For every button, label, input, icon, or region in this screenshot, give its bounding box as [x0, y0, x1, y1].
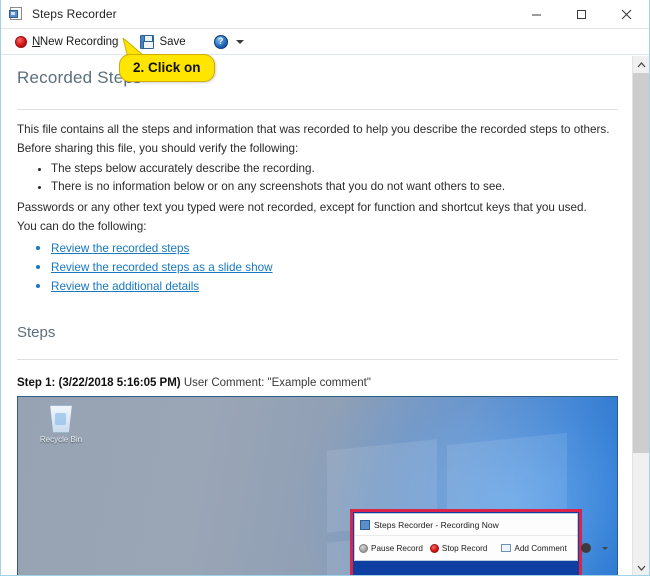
step-1-line: Step 1: (3/22/2018 5:16:05 PM) User Comm… — [17, 377, 618, 389]
save-label: Save — [159, 35, 186, 48]
step-1-comment: User Comment: "Example comment" — [183, 377, 371, 389]
list-item: There is no information below or on any … — [51, 178, 618, 196]
list-item: Review the recorded steps — [51, 239, 618, 258]
pause-record-label: Pause Record — [371, 543, 423, 553]
new-recording-label: New Recording — [39, 35, 119, 48]
passwords-note: Passwords or any other text you typed we… — [17, 201, 587, 214]
verify-bullet-list: The steps below accurately describe the … — [51, 160, 618, 196]
page-title: Recorded Steps — [17, 68, 142, 87]
comment-icon — [501, 544, 512, 552]
intro-line-2: Before sharing this file, you should ver… — [17, 142, 299, 155]
recycle-bin-label: Recycle Bin — [39, 435, 83, 444]
recorded-inner-window: Steps Recorder - Recording Now Pause Rec… — [350, 509, 608, 575]
step-1-screenshot[interactable]: Recycle Bin Steps Recorder - Recording N… — [17, 396, 618, 575]
inner-window-chrome: Steps Recorder - Recording Now Pause Rec… — [354, 513, 608, 561]
recycle-bin-icon[interactable]: Recycle Bin — [32, 405, 90, 444]
inner-chevron-down-icon[interactable] — [601, 546, 608, 550]
steps-heading: Steps — [17, 324, 56, 341]
callout-text: 2. Click on — [133, 60, 201, 75]
list-item: Review the additional details — [51, 277, 618, 296]
chevron-down-icon[interactable] — [235, 39, 244, 44]
window-controls — [514, 0, 649, 29]
new-recording-button[interactable]: NNew Recording — [9, 31, 124, 53]
minimize-button[interactable] — [514, 0, 559, 29]
title-bar: Steps Recorder — [1, 0, 649, 29]
window-title: Steps Recorder — [32, 7, 117, 21]
close-button[interactable] — [604, 0, 649, 29]
step-1-label: Step 1: (3/22/2018 5:16:05 PM) — [17, 377, 181, 389]
link-review-additional-details[interactable]: Review the additional details — [51, 280, 199, 293]
inner-title-bar: Steps Recorder - Recording Now — [355, 514, 577, 536]
toolbar: NNew Recording Save ? — [1, 29, 649, 55]
help-button[interactable]: ? — [208, 31, 234, 53]
scroll-up-arrow-icon[interactable] — [633, 56, 649, 73]
pause-icon — [359, 543, 368, 553]
list-item: The steps below accurately describe the … — [51, 160, 618, 178]
stop-record-label: Stop Record — [441, 543, 488, 553]
steps-divider — [17, 359, 618, 360]
scroll-down-arrow-icon[interactable] — [633, 559, 649, 575]
inner-window-title: Steps Recorder - Recording Now — [374, 519, 499, 530]
add-comment-button[interactable]: Add Comment — [501, 543, 567, 553]
callout-bubble: 2. Click on — [119, 54, 215, 82]
link-review-slide-show[interactable]: Review the recorded steps as a slide sho… — [51, 261, 273, 274]
link-review-recorded-steps[interactable]: Review the recorded steps — [51, 242, 189, 255]
inner-steps-recorder-icon — [360, 519, 370, 530]
steps-recorder-icon — [9, 6, 25, 22]
record-dot-icon — [15, 35, 27, 48]
intro-line-1: This file contains all the steps and inf… — [17, 123, 610, 136]
maximize-button[interactable] — [559, 0, 604, 29]
title-divider — [17, 109, 618, 110]
stop-record-button[interactable]: Stop Record — [429, 543, 488, 553]
vertical-scrollbar[interactable] — [632, 56, 649, 575]
pause-record-button[interactable]: Pause Record — [359, 543, 423, 553]
inner-toolbar: Pause Record Stop Record Add Comment — [355, 536, 608, 560]
steps-recorder-window: Steps Recorder NNew Recording Save ? Rec… — [0, 0, 650, 576]
action-link-list: Review the recorded steps Review the rec… — [51, 239, 618, 296]
do-following-text: You can do the following: — [17, 220, 147, 233]
inner-help-icon[interactable] — [580, 543, 591, 553]
list-item: Review the recorded steps as a slide sho… — [51, 258, 618, 277]
help-question-icon: ? — [213, 34, 228, 49]
scrollbar-thumb[interactable] — [633, 73, 649, 453]
document-body: Recorded Steps This file contains all th… — [1, 56, 634, 575]
stop-icon — [429, 543, 439, 553]
add-comment-label: Add Comment — [514, 543, 567, 553]
